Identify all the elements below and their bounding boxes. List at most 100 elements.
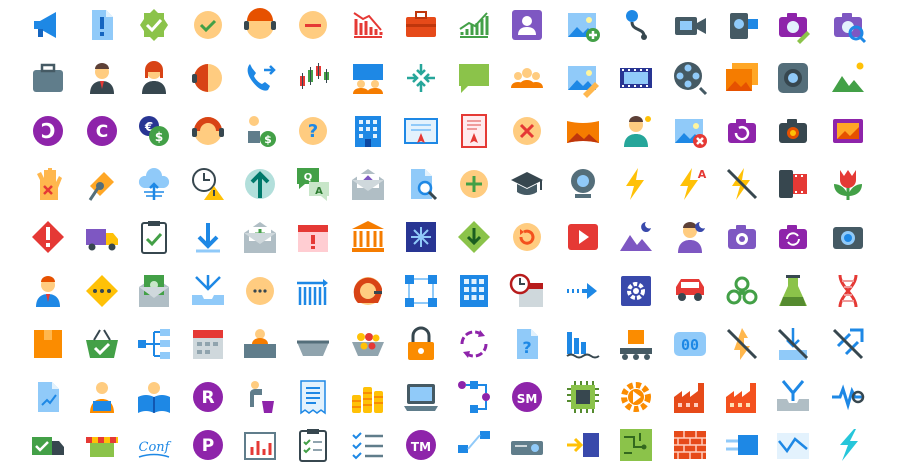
badge-text: TM [411,440,431,454]
faq-chat-icon: QA [295,166,331,202]
conference-call-icon [509,60,545,96]
checked-clipboard-icon [136,219,172,255]
panorama-icon [565,113,601,149]
numeric-display-icon: 00 [672,326,708,362]
svg-text:?: ? [308,121,318,142]
currency-exchange-icon: € $ [136,113,172,149]
cancel-face-icon [509,113,545,149]
bar-board-icon [242,427,278,463]
bullish-chart-icon [456,7,492,43]
switch-camera-icon [775,219,811,255]
customer-support-icon [190,60,226,96]
neutral-face-icon [295,7,331,43]
businesswoman-icon [136,60,172,96]
film-cartridge-icon [775,166,811,202]
film-reel-icon [672,60,708,96]
market-stall-icon [84,427,120,463]
stock-report-icon [30,379,66,415]
headset-user-icon [350,273,386,309]
svg-text:A: A [315,186,323,197]
planner-icon [190,326,226,362]
process-icon [456,379,492,415]
svg-text:00: 00 [681,336,699,354]
calendar-alert-icon [295,219,331,255]
refresh-face-icon [509,219,545,255]
lightning-icon [830,427,866,463]
megaphone-icon [30,7,66,43]
checklist-clipboard-icon [295,427,331,463]
data-grid-icon [295,273,331,309]
search-camera-icon [830,7,867,44]
manager-icon [618,113,654,149]
reading-book-icon [136,379,172,415]
add-mail-icon [242,219,278,255]
chat-bubble-icon [456,60,492,96]
settings-icon [618,273,654,309]
full-tray-icon [350,326,386,362]
cloud-upload-icon [136,166,172,202]
gallery-icon [724,60,760,96]
flash-on-icon [618,166,654,202]
collapse-icon [403,60,439,96]
edit-image-icon [565,60,601,98]
trash-bin-icon [242,379,278,415]
copyleft-icon: C [30,113,66,149]
ok-face-icon [190,7,226,43]
car-icon [672,273,708,309]
key-card-icon [84,166,120,202]
blank-face-icon [242,273,278,309]
photo-reel-icon [830,113,866,149]
download-arrow-icon [190,219,226,255]
landscape-icon [830,60,866,96]
server-arrow-icon [565,427,601,463]
no-link-icon [830,326,866,362]
package-icon [30,326,66,362]
shipping-truck-icon [84,219,120,255]
camcorder-icon [724,7,760,43]
padlock-icon [403,326,439,362]
open-mail-icon [350,166,386,202]
webcam-link-icon [618,7,654,43]
suitcase-icon [30,60,66,96]
service-mark-icon: SM [509,379,545,415]
inbox-merge-icon [775,379,811,415]
night-portrait-icon [672,219,708,255]
user-desk-icon [242,326,278,362]
brick-factory-icon [724,379,760,415]
no-import-icon [775,326,811,362]
reading-user-icon [84,379,120,415]
help-document-icon: ? [509,326,545,362]
add-image-icon [565,7,601,43]
up-arrow-icon [242,166,278,202]
add-face-icon [456,166,492,202]
stop-hand-icon [30,166,66,202]
flash-off-icon [724,166,760,202]
factory-icon [672,379,708,415]
night-landscape-icon [618,219,654,255]
receipt-icon [295,379,331,415]
inbox-download-icon [190,273,226,309]
factory-water-icon [565,326,601,362]
video-camera-icon [672,7,708,43]
projector-icon [509,427,545,463]
ellipsis-diamond-icon [84,273,120,309]
photo-camera-icon [830,219,866,255]
svg-text:Conf: Conf [139,440,172,455]
trademark-icon: TM [403,427,439,463]
briefcase-icon [403,7,439,43]
chemistry-icon [775,273,811,309]
portrait-mode-icon [509,7,545,43]
edit-camera-icon [775,7,811,44]
shopping-basket-icon [84,326,120,362]
gear-icon [618,379,654,415]
pulse-icon [830,379,866,415]
network-icon [456,427,492,463]
faq-face-icon: ? [295,113,331,149]
badge-text: SM [517,392,538,406]
conveyor-box-icon [618,326,654,362]
copyright-icon: C [84,113,120,149]
rotate-camera-icon [724,113,760,149]
camera-lens-icon [775,60,811,96]
city-building-icon [456,273,492,309]
museum-icon [350,219,386,255]
